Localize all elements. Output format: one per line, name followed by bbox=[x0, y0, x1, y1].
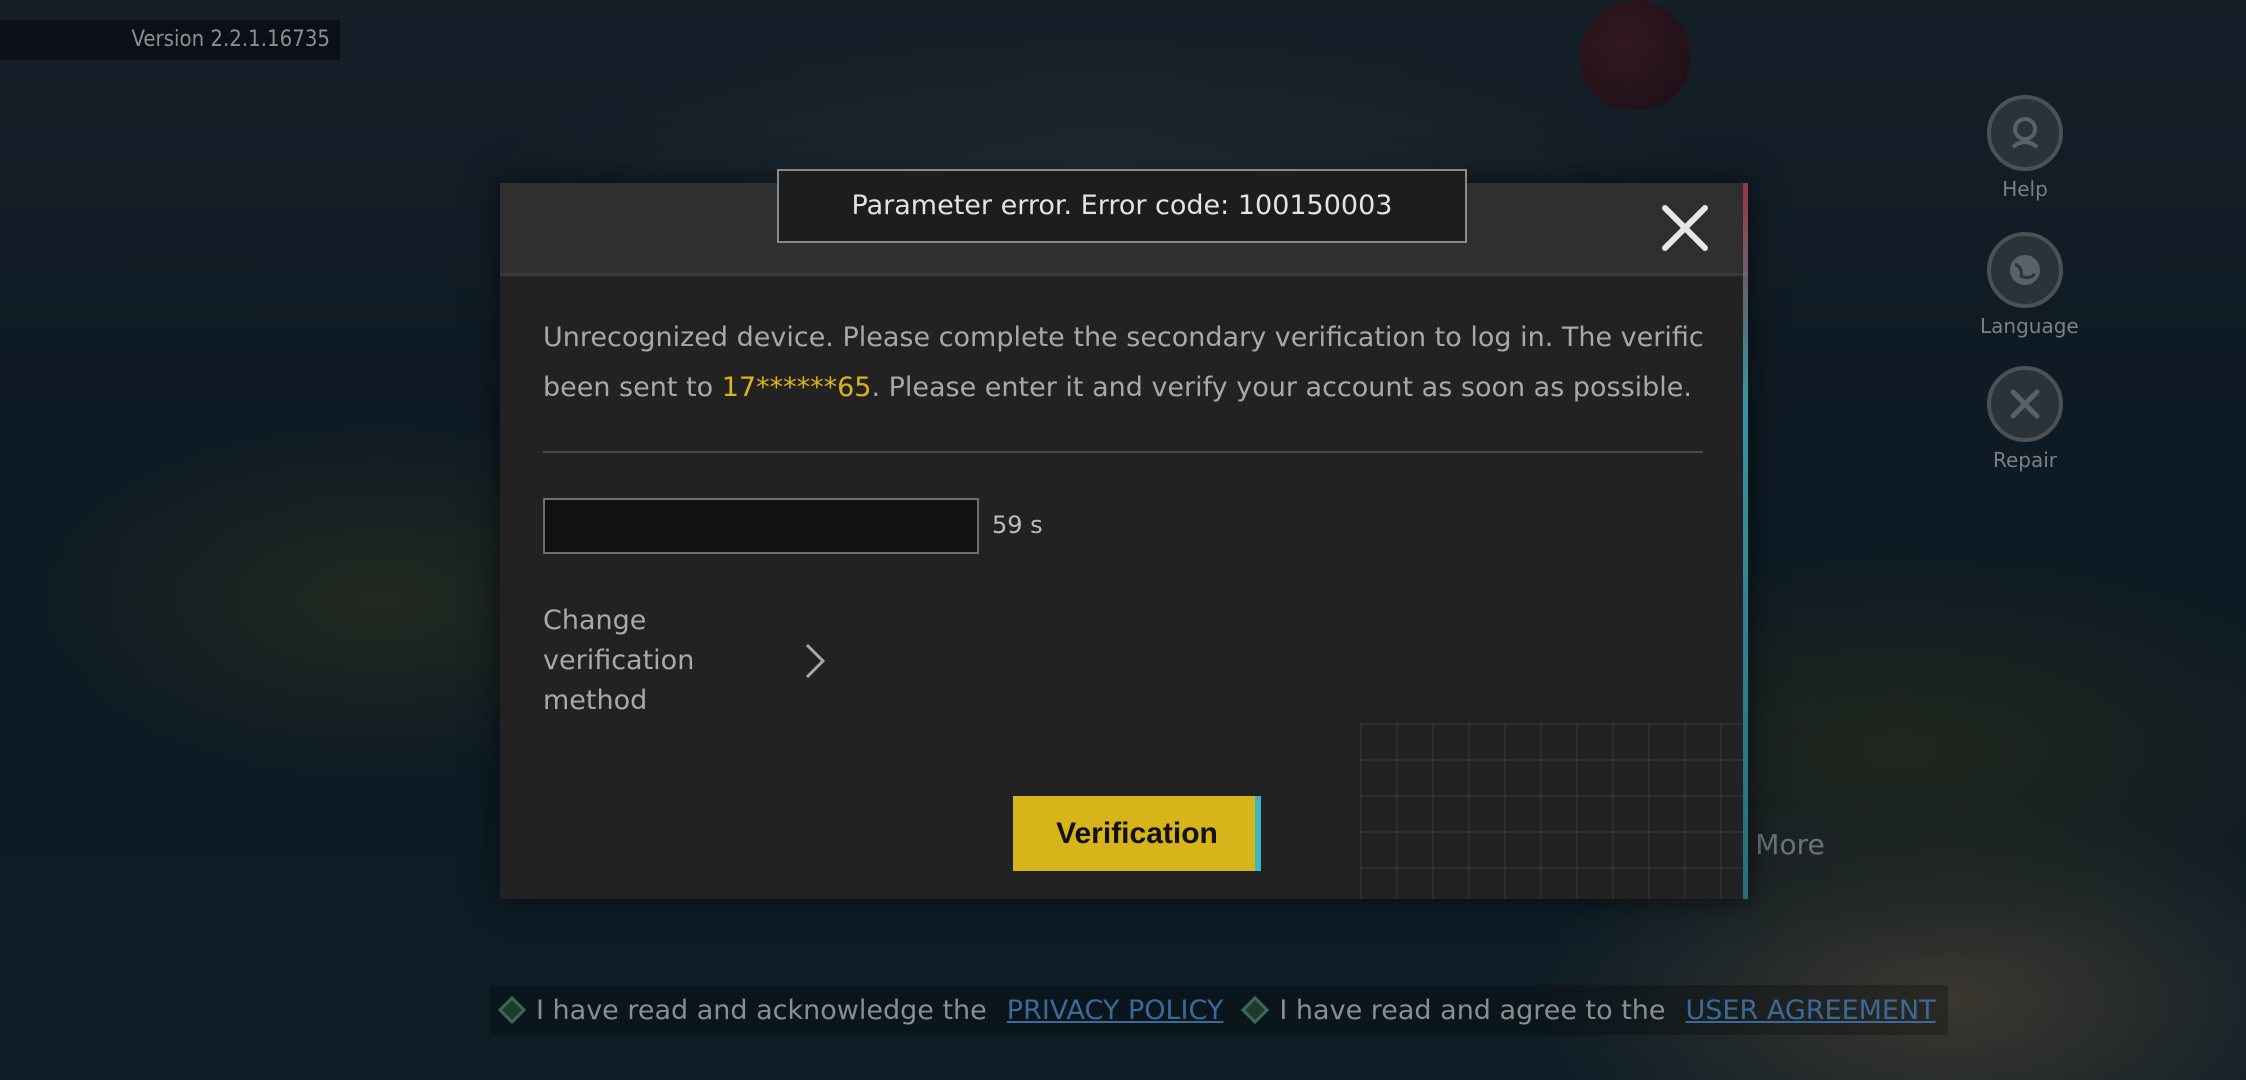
help-button[interactable]: Help bbox=[1980, 95, 2070, 201]
user-agreement[interactable]: I have read and agree to the USER AGREEM… bbox=[1241, 994, 1936, 1026]
masked-phone-number: 17******65 bbox=[721, 372, 872, 403]
close-button[interactable] bbox=[1652, 195, 1718, 261]
message-suffix: . Please enter it and verify your accoun… bbox=[871, 372, 1692, 403]
close-icon bbox=[1662, 205, 1708, 251]
repair-button[interactable]: Repair bbox=[1980, 366, 2070, 472]
language-button[interactable]: Language bbox=[1980, 232, 2079, 338]
privacy-checkbox-icon[interactable] bbox=[497, 995, 527, 1025]
verification-code-input[interactable] bbox=[543, 498, 979, 554]
privacy-agreement[interactable]: I have read and acknowledge the PRIVACY … bbox=[497, 994, 1224, 1026]
divider bbox=[543, 451, 1703, 453]
chevron-right-icon bbox=[805, 643, 826, 679]
language-label: Language bbox=[1980, 314, 2079, 338]
version-label: Version 2.2.1.16735 bbox=[0, 20, 340, 60]
wrench-icon bbox=[1987, 366, 2063, 442]
user-agreement-checkbox-icon[interactable] bbox=[1241, 995, 1270, 1025]
message-line-1: Unrecognized device. Please complete the… bbox=[543, 322, 1703, 353]
globe-icon bbox=[1987, 232, 2063, 308]
more-button[interactable]: More bbox=[1745, 810, 1835, 880]
secondary-verification-dialog: Secondary Verification Unrecognized devi… bbox=[500, 183, 1748, 899]
verification-message: Unrecognized device. Please complete the… bbox=[543, 313, 1703, 413]
repair-label: Repair bbox=[1992, 448, 2058, 472]
message-line-2: been sent to 17******65. Please enter it… bbox=[543, 363, 1703, 413]
change-verification-method-button[interactable]: Change verification method bbox=[543, 601, 843, 721]
change-method-label: Change verification method bbox=[543, 605, 695, 716]
privacy-policy-link[interactable]: PRIVACY POLICY bbox=[1007, 995, 1224, 1026]
help-label: Help bbox=[2002, 177, 2048, 201]
user-agreement-text: I have read and agree to the bbox=[1279, 994, 1666, 1026]
help-icon bbox=[1987, 95, 2063, 171]
agreements-bar: I have read and acknowledge the PRIVACY … bbox=[490, 985, 1948, 1035]
verification-button[interactable]: Verification bbox=[1013, 796, 1261, 871]
resend-countdown: 59 s bbox=[992, 511, 1043, 539]
dialog-edge-decoration bbox=[1743, 183, 1748, 899]
user-agreement-link[interactable]: USER AGREEMENT bbox=[1686, 995, 1936, 1026]
error-toast: Parameter error. Error code: 100150003 bbox=[777, 169, 1467, 243]
map-decoration bbox=[1360, 723, 1743, 899]
privacy-text: I have read and acknowledge the bbox=[536, 994, 987, 1026]
message-prefix: been sent to bbox=[543, 372, 722, 403]
